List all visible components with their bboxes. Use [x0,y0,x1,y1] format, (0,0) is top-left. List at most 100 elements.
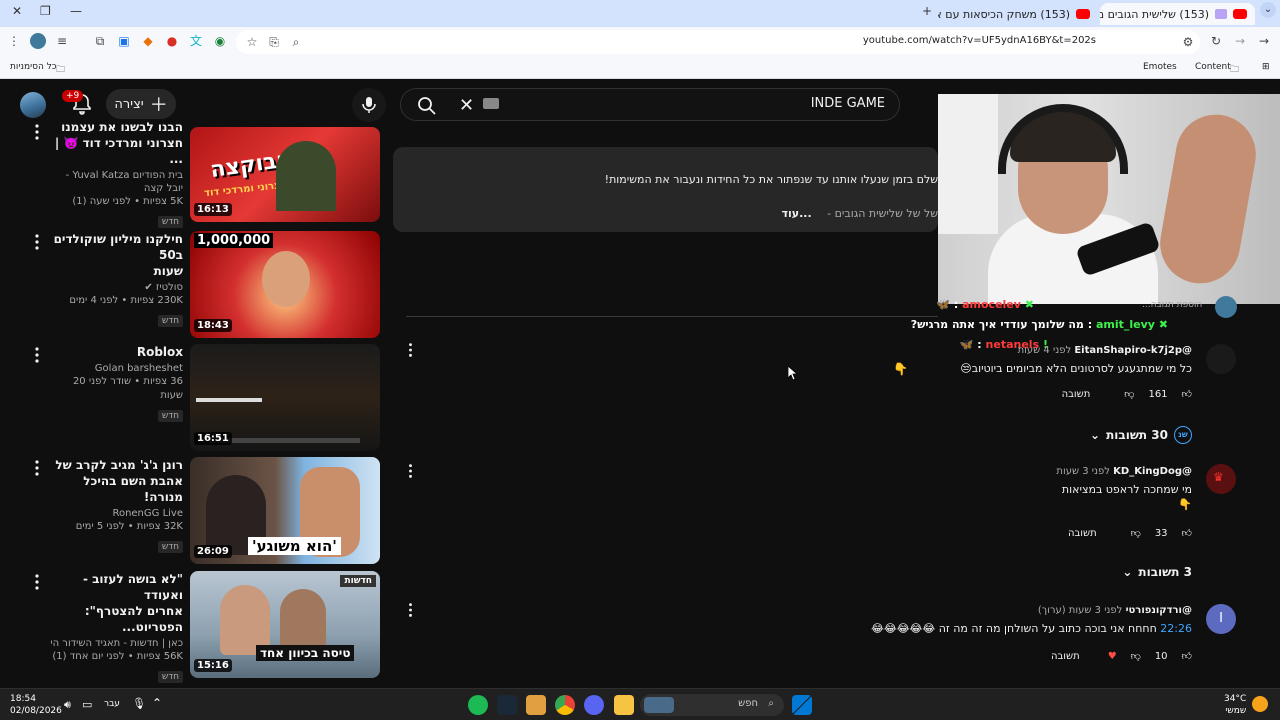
apps-grid-icon[interactable]: ⊞ [1262,62,1270,72]
channel-name[interactable]: כאן | חדשות - תאגיד השידור הישראל... [50,637,183,650]
forward-icon[interactable]: → [1232,33,1248,49]
search-icon[interactable] [417,96,437,116]
list-item[interactable]: קרובוקצה עם חצרוני ומרדכי דוד 16:13 הבנו… [30,120,380,228]
all-bookmarks-link[interactable]: כל הסימניות [10,62,57,72]
create-button[interactable]: ＋ יצירה [106,89,176,119]
comment-author[interactable]: @ורדקונפורטי [1126,605,1192,616]
comment-time[interactable]: לפני 3 שעות (ערוך) [1038,605,1123,616]
more-vert-icon[interactable] [408,602,413,618]
weather-widget[interactable]: 34°C שמשי [1224,693,1246,717]
video-title[interactable]: רונן ג'ג' מגיב לקרב של אהבת השם בהיכל מנו… [50,457,183,505]
restore-window-icon[interactable]: ❐ [40,4,51,18]
cast-icon[interactable]: ⎘ [266,34,282,50]
new-tab-icon[interactable]: + [922,4,932,18]
system-clock[interactable]: 18:54 02/08/2026 [10,693,62,717]
more-vert-icon[interactable] [30,346,44,364]
video-title[interactable]: חילקנו מיליון שוקולדים ב50 שעות [50,231,183,279]
mic-icon[interactable]: 🎙︎ [132,697,146,710]
thumb-up-icon[interactable]: 👍︎ [1182,527,1192,539]
replies-toggle[interactable]: 3 תשובות ⌄ [1122,565,1192,579]
video-thumbnail[interactable]: חדשות טיסה בכיוון אחד 15:16 [190,571,380,678]
extensions-icon[interactable]: ⧉ [92,33,108,49]
video-title[interactable]: הבנו לבשנו את עצמנו חצרוני ומרדכי דוד 👿 |… [50,119,183,167]
file-explorer-icon[interactable] [614,695,634,715]
address-bar[interactable]: ☆ ⎘ ⌕ youtube.com/watch?v=UF5ydnA16BY&t=… [236,30,1200,54]
tab-search-icon[interactable]: ⌄ [1260,2,1276,18]
discord-icon[interactable] [584,695,604,715]
close-icon[interactable]: ✕ [459,95,474,116]
thumb-down-icon[interactable]: 👎︎ [1131,527,1141,539]
list-item[interactable]: 'הוא משוגע' 26:09 רונן ג'ג' מגיב לקרב של… [30,457,380,564]
extension-2-icon[interactable]: ◆ [140,33,156,49]
add-comment-placeholder[interactable]: הוספת תגובה... [1142,300,1202,310]
channel-name[interactable]: סולטיז ✔ [50,281,183,294]
reload-icon[interactable]: ↻ [1208,33,1224,49]
volume-icon[interactable]: 🔊︎ [64,698,71,712]
bookmark-star-icon[interactable]: ☆ [244,34,260,50]
extension-1-icon[interactable]: ▣ [116,33,132,49]
avatar[interactable] [20,92,46,118]
reply-button[interactable]: תשובה [1062,389,1091,400]
more-vert-icon[interactable] [30,233,44,251]
thumb-down-icon[interactable]: 👎︎ [1124,388,1134,400]
thumb-up-icon[interactable]: 👍︎ [1182,388,1192,400]
video-thumbnail[interactable]: 1,000,000 18:43 [190,231,380,338]
tab-1[interactable]: (153) שלישית הגובים מנס ✕ [1100,3,1255,25]
more-vert-icon[interactable] [408,463,413,479]
network-icon[interactable]: ▭ [82,698,92,711]
reply-button[interactable]: תשובה [1051,651,1080,662]
comment-avatar[interactable]: ♛ [1206,464,1236,494]
search-input[interactable]: ✕ INDE GAME [400,88,900,121]
comment-time[interactable]: לפני 3 שעות [1056,466,1110,477]
comment-avatar[interactable] [1206,344,1236,374]
more-vert-icon[interactable] [30,573,44,591]
reading-list-icon[interactable]: ≡ [54,33,70,49]
list-item[interactable]: חדשות טיסה בכיוון אחד 15:16 "לא בושה לעז… [30,571,380,683]
close-window-icon[interactable]: ✕ [12,4,22,18]
more-vert-icon[interactable] [30,459,44,477]
spotify-icon[interactable] [468,695,488,715]
thumb-down-icon[interactable]: 👎︎ [1131,650,1141,662]
channel-name[interactable]: בית הפודיום Yuval Katza - יובל קצה [50,169,183,195]
back-icon[interactable]: → [1256,33,1272,49]
list-item[interactable]: 16:51 Roblox Golan barsheshet 36 צפיות •… [30,344,380,451]
comment-time[interactable]: לפני 4 שעות [1018,345,1072,356]
windows-start-icon[interactable] [792,695,812,715]
comment-author[interactable]: @EitanShapiro-k7j2p [1074,345,1192,356]
list-item[interactable]: 1,000,000 18:43 חילקנו מיליון שוקולדים ב… [30,231,380,338]
video-description[interactable]: שלם בזמן שנעלו אותנו עד שנפתור את כל החי… [393,147,938,232]
comment-author[interactable]: @KD_KingDog [1113,466,1192,477]
comment-avatar[interactable]: I [1206,604,1236,634]
show-more-link[interactable]: ...עוד [782,207,812,220]
channel-name[interactable]: RonenGG Live [50,507,183,520]
translate-icon[interactable]: 文 [188,33,204,49]
more-vert-icon[interactable] [408,342,413,358]
thumb-up-icon[interactable]: 👍︎ [1182,650,1192,662]
zoom-icon[interactable]: ⌕ [288,34,304,50]
site-settings-icon[interactable]: ⚙ [1180,34,1196,50]
profile-icon[interactable] [30,33,46,49]
video-title[interactable]: Roblox [50,344,183,360]
bookmark-content[interactable]: Content [1195,62,1231,72]
language-indicator[interactable]: עבר [104,699,120,709]
video-thumbnail[interactable]: 'הוא משוגע' 26:09 [190,457,380,564]
video-title[interactable]: "לא בושה לעזוב - ואעודד אחרים להצטרף": הפ… [50,571,183,635]
taskbar-search[interactable]: ⌕ חפש [640,694,784,716]
app-icon[interactable] [526,695,546,715]
reply-button[interactable]: תשובה [1068,528,1097,539]
replies-toggle[interactable]: שנ 30 תשובות ⌄ [1090,426,1192,444]
chrome-icon[interactable] [555,695,575,715]
chevron-up-icon[interactable]: ⌃ [152,696,162,710]
channel-name[interactable]: Golan barsheshet [50,362,183,375]
video-thumbnail[interactable]: קרובוקצה עם חצרוני ומרדכי דוד 16:13 [190,127,380,222]
bookmark-emotes[interactable]: Emotes [1143,62,1177,72]
timestamp-link[interactable]: 22:26 [1160,622,1192,635]
extension-3-icon[interactable]: ● [164,33,180,49]
keyboard-icon[interactable] [483,98,499,109]
voice-search-button[interactable] [352,88,386,122]
more-vert-icon[interactable] [30,123,44,141]
steam-icon[interactable] [497,695,517,715]
extension-4-icon[interactable]: ◉ [212,33,228,49]
tab-2[interactable]: (153) משחק הכיסאות עם אמיר ✕ [938,3,1098,25]
video-thumbnail[interactable]: 16:51 [190,344,380,451]
